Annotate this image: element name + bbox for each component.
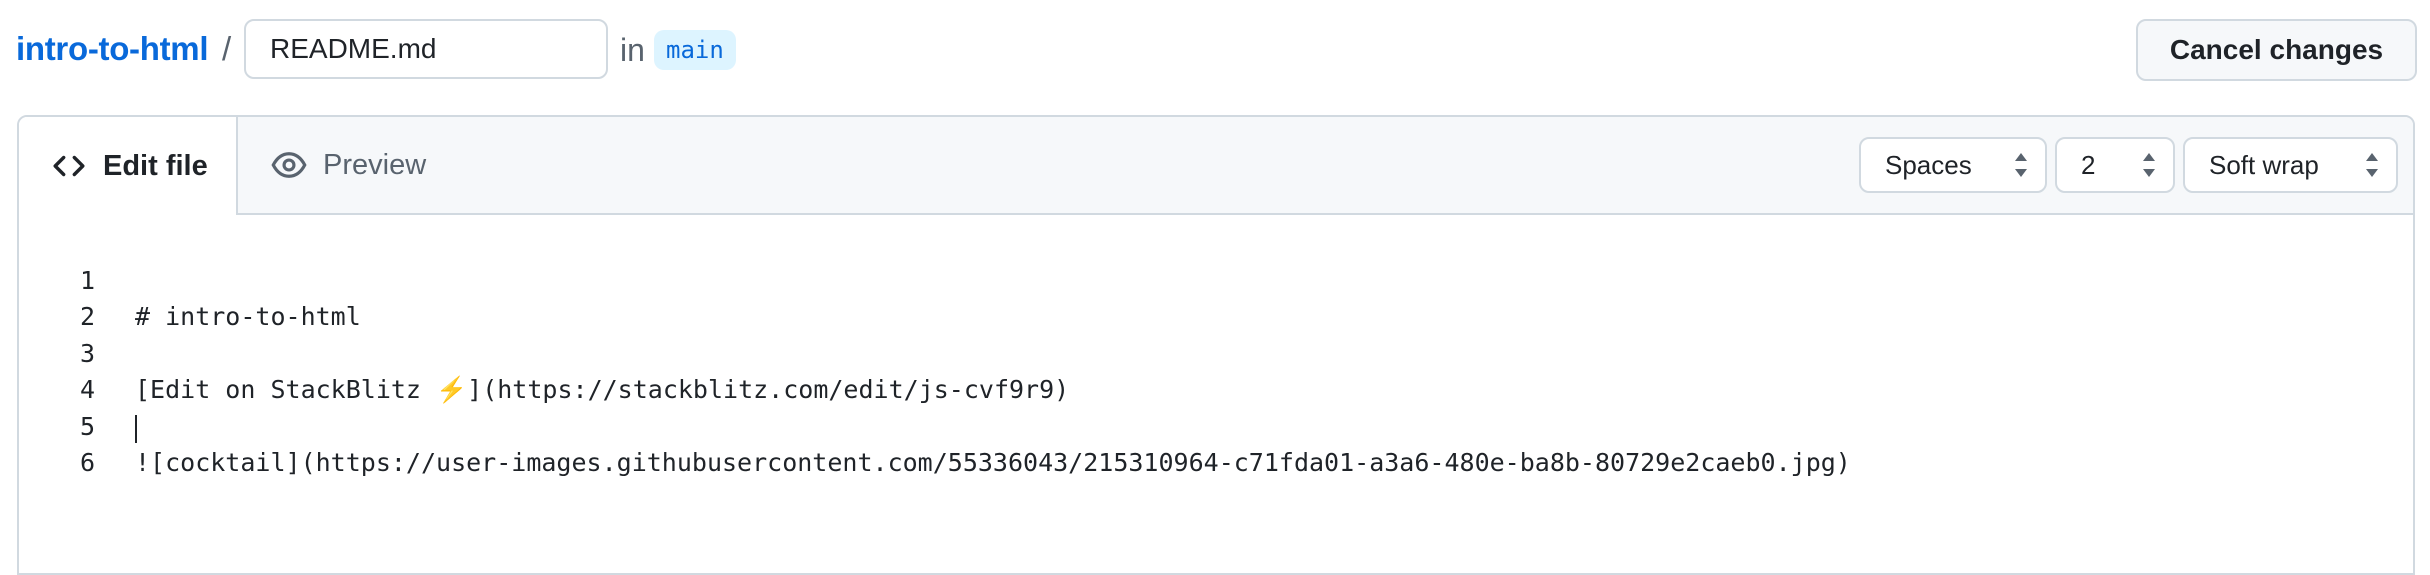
tab-edit-label: Edit file — [103, 149, 208, 182]
indent-size-select[interactable]: 2 — [2055, 137, 2175, 193]
code-line: 6 — [19, 409, 137, 477]
indent-size-value: 2 — [2081, 149, 2096, 180]
code-line: 2 — [19, 263, 109, 331]
text-cursor — [135, 415, 137, 443]
code-line: 1 # intro-to-html — [19, 227, 361, 331]
in-label: in — [620, 32, 645, 68]
code-line: 4 — [19, 336, 109, 404]
tab-preview-label: Preview — [323, 148, 427, 181]
branch-badge: main — [654, 30, 736, 70]
indent-mode-select[interactable]: Spaces — [1859, 137, 2047, 193]
repo-link[interactable]: intro-to-html — [16, 30, 209, 68]
cancel-changes-button[interactable]: Cancel changes — [2136, 19, 2417, 81]
editor-header: Edit file Preview Spaces 2 Soft wrap — [19, 117, 2413, 215]
eye-icon — [271, 147, 307, 183]
indent-mode-value: Spaces — [1885, 149, 1972, 180]
line-text: # intro-to-html — [135, 302, 361, 331]
line-number: 6 — [79, 448, 95, 477]
select-caret-icon — [2366, 153, 2378, 177]
wrap-mode-value: Soft wrap — [2209, 149, 2319, 180]
line-text: [Edit on StackBlitz ⚡️](https://stackbli… — [135, 375, 1070, 404]
filename-input[interactable] — [244, 19, 608, 79]
file-editor: Edit file Preview Spaces 2 Soft wrap 1 #… — [17, 115, 2415, 575]
code-line: 3 [Edit on StackBlitz ⚡️](https://stackb… — [19, 300, 1069, 404]
wrap-mode-select[interactable]: Soft wrap — [2183, 137, 2398, 193]
line-text: ![cocktail](https://user-images.githubus… — [135, 448, 1851, 477]
code-line: 5 ![cocktail](https://user-images.github… — [19, 373, 1851, 477]
tab-edit-file[interactable]: Edit file — [19, 117, 238, 215]
code-icon — [51, 148, 87, 184]
file-path-bar: intro-to-html / in main Cancel changes — [0, 0, 2430, 100]
tab-preview[interactable]: Preview — [271, 117, 426, 213]
path-separator: / — [222, 30, 232, 67]
select-caret-icon — [2143, 153, 2155, 177]
select-caret-icon — [2015, 153, 2027, 177]
